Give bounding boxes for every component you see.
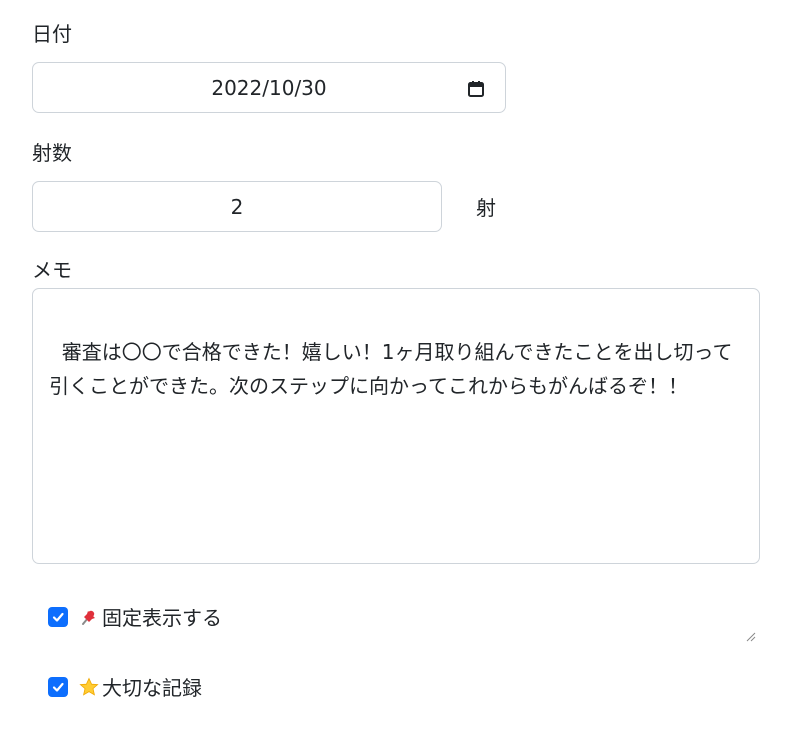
star-icon — [78, 676, 100, 698]
pin-checkbox-row[interactable]: 固定表示する — [48, 602, 222, 631]
pin-checkbox-label: 固定表示する — [102, 606, 222, 630]
check-icon — [52, 682, 64, 692]
date-value: 2022/10/30 — [211, 75, 327, 100]
shots-label: 射数 — [32, 141, 72, 165]
pin-checkbox[interactable] — [48, 606, 68, 627]
resize-grip-icon[interactable] — [746, 550, 756, 642]
shots-unit: 射 — [476, 196, 496, 220]
shots-value: 2 — [230, 194, 244, 219]
pushpin-icon — [78, 606, 100, 628]
check-icon — [52, 612, 64, 622]
date-input[interactable]: 2022/10/30 — [32, 62, 506, 113]
memo-text: 審査は〇〇で合格できた！嬉しい！1ヶ月取り組んできたことを出し切って引くことがで… — [49, 340, 733, 398]
important-checkbox[interactable] — [48, 676, 68, 697]
important-checkbox-row[interactable]: 大切な記録 — [48, 672, 202, 701]
date-label: 日付 — [32, 22, 72, 46]
calendar-icon[interactable] — [467, 79, 485, 97]
memo-textarea[interactable]: 審査は〇〇で合格できた！嬉しい！1ヶ月取り組んできたことを出し切って引くことがで… — [32, 288, 760, 642]
important-checkbox-label: 大切な記録 — [102, 676, 202, 700]
shots-input[interactable]: 2 — [32, 181, 442, 232]
memo-label: メモ — [32, 258, 72, 282]
